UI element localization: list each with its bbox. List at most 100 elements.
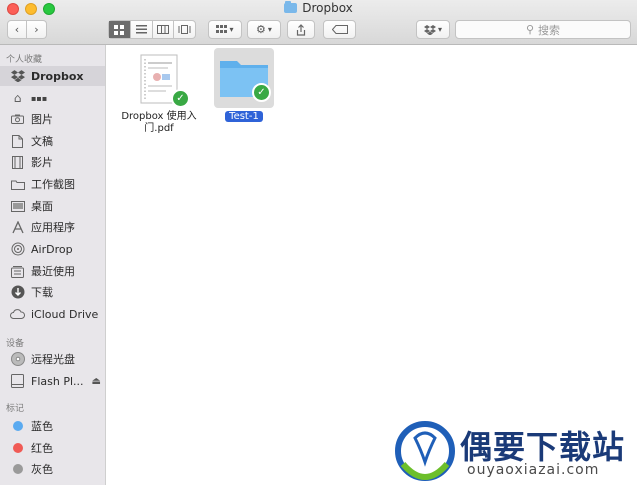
sidebar-item-label: 远程光盘 [31, 353, 75, 366]
sidebar-item-label: AirDrop [31, 242, 73, 256]
desktop-icon [10, 199, 25, 213]
list-icon [135, 25, 147, 34]
sidebar-item-recents[interactable]: 最近使用 [0, 261, 105, 281]
sidebar-item-home[interactable]: ⌂ ▪▪▪ [0, 88, 105, 108]
sidebar-item-desktop[interactable]: 桌面 [0, 196, 105, 216]
column-view-button[interactable] [153, 21, 175, 38]
airdrop-icon [10, 242, 25, 256]
file-item-pdf[interactable]: ✓ Dropbox 使用入 门.pdf [114, 53, 204, 135]
cloud-icon [10, 307, 25, 321]
sidebar: 个人收藏 Dropbox ⌂ ▪▪▪ 图片 文稿 影片 工作截图 桌面 应用程序… [0, 45, 106, 485]
devices-header: 设备 [6, 339, 25, 349]
sidebar-item-applications[interactable]: 应用程序 [0, 217, 105, 237]
columns-icon [156, 25, 169, 34]
sidebar-item-screenshots[interactable]: 工作截图 [0, 174, 105, 194]
sidebar-item-label: 桌面 [31, 200, 53, 213]
watermark-url: ouyaoxiazai.com [467, 462, 600, 478]
tag-color-dot [13, 421, 23, 431]
window-title-text: Dropbox [302, 1, 353, 15]
sidebar-item-label: 影片 [31, 156, 53, 169]
tags-button[interactable] [323, 20, 356, 39]
chevron-left-icon: ‹ [14, 23, 20, 36]
tag-color-dot [13, 443, 23, 453]
tags-header: 标记 [6, 404, 25, 414]
sidebar-item-label: 应用程序 [31, 221, 75, 234]
favorites-header: 个人收藏 [6, 55, 43, 65]
folder-icon [10, 177, 25, 191]
action-button[interactable]: ⚙ ▾ [247, 20, 281, 39]
file-browser-content: ✓ Dropbox 使用入 门.pdf ✓ Test-1 [106, 45, 637, 485]
sidebar-item-label: 文稿 [31, 135, 53, 148]
file-name: Dropbox 使用入 门.pdf [121, 111, 196, 135]
sidebar-item-label: ▪▪▪ [31, 93, 48, 103]
search-placeholder: 搜索 [538, 23, 561, 37]
cover-flow-icon [178, 25, 191, 34]
eject-icon[interactable]: ⏏ [92, 376, 101, 387]
sync-complete-icon: ✓ [171, 89, 190, 108]
document-icon [10, 134, 25, 148]
chevron-down-icon: ▾ [437, 25, 442, 34]
drive-icon [10, 374, 25, 388]
sidebar-item-tag-red[interactable]: 红色 [0, 438, 105, 458]
sidebar-item-flash-player[interactable]: Flash Pl... ⏏ [0, 371, 105, 391]
sidebar-item-dropbox[interactable]: Dropbox [0, 66, 105, 86]
home-icon: ⌂ [13, 91, 22, 105]
folder-name: Test-1 [225, 110, 263, 123]
sidebar-item-label: 下载 [31, 286, 53, 299]
back-button[interactable]: ‹ [7, 20, 27, 39]
file-name-line2: 门.pdf [144, 123, 174, 134]
sidebar-item-documents[interactable]: 文稿 [0, 131, 105, 151]
tag-color-dot [13, 464, 23, 474]
apps-icon [10, 220, 25, 234]
sidebar-item-airdrop[interactable]: AirDrop [0, 239, 105, 259]
chevron-down-icon: ▾ [267, 25, 272, 34]
sidebar-item-label: iCloud Drive [31, 307, 99, 321]
watermark-logo [395, 421, 455, 481]
dropbox-icon [10, 69, 25, 83]
camera-icon [10, 112, 25, 126]
search-field[interactable]: ⚲ 搜索 [455, 20, 631, 39]
folder-item-test-1[interactable]: ✓ Test-1 [214, 53, 274, 123]
sidebar-item-label: 灰色 [31, 463, 53, 476]
film-icon [10, 155, 25, 169]
toolbar: Dropbox ‹ › ▾ ⚙ ▾ ▾ ⚲ 搜索 [0, 0, 637, 45]
list-view-button[interactable] [131, 21, 153, 38]
sidebar-item-label: Dropbox [31, 69, 84, 83]
dropbox-folder-icon [284, 1, 298, 13]
disc-icon [10, 352, 25, 366]
search-icon: ⚲ [525, 23, 535, 36]
forward-button[interactable]: › [27, 20, 47, 39]
gear-icon: ⚙ [256, 23, 266, 36]
sidebar-item-label: 蓝色 [31, 420, 53, 433]
recents-icon [10, 264, 25, 278]
tag-icon [331, 25, 348, 34]
chevron-right-icon: › [34, 23, 39, 36]
sidebar-item-movies[interactable]: 影片 [0, 152, 105, 172]
sidebar-item-label: 图片 [31, 113, 53, 126]
sync-complete-icon: ✓ [252, 83, 271, 102]
sidebar-item-label: 最近使用 [31, 265, 75, 278]
arrange-button[interactable]: ▾ [208, 20, 242, 39]
sidebar-item-downloads[interactable]: 下载 [0, 282, 105, 302]
grid-icon [114, 24, 125, 35]
sidebar-item-tag-blue[interactable]: 蓝色 [0, 416, 105, 436]
sidebar-item-label: 红色 [31, 442, 53, 455]
sidebar-item-label: Flash Pl... [31, 374, 84, 388]
sidebar-item-tag-gray[interactable]: 灰色 [0, 459, 105, 479]
file-name-line1: Dropbox 使用入 [121, 111, 197, 122]
finder-window: Dropbox ‹ › ▾ ⚙ ▾ ▾ ⚲ 搜索 个人收藏 Dropbox ⌂ … [0, 0, 637, 485]
sidebar-item-remote-disc[interactable]: 远程光盘 [0, 349, 105, 369]
sidebar-item-icloud-drive[interactable]: iCloud Drive [0, 304, 105, 324]
window-title: Dropbox [0, 1, 637, 15]
icon-view-button[interactable] [109, 21, 131, 38]
sidebar-item-pictures[interactable]: 图片 [0, 109, 105, 129]
arrange-grid-icon [216, 25, 228, 33]
download-icon [10, 285, 25, 299]
dropbox-icon [423, 24, 436, 35]
sidebar-item-label: 工作截图 [31, 178, 75, 191]
share-button[interactable] [287, 20, 315, 39]
cover-flow-view-button[interactable] [174, 21, 195, 38]
share-icon [296, 23, 306, 36]
folder-name-label: Test-1 [225, 111, 263, 122]
dropbox-menu-button[interactable]: ▾ [416, 20, 450, 39]
